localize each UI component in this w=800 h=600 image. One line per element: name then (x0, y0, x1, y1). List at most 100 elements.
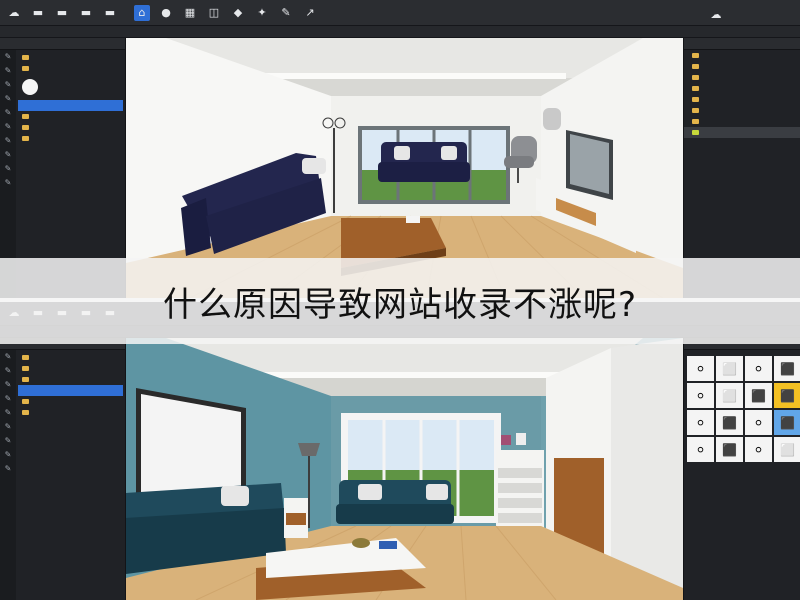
catalog-item[interactable]: ⚪ (687, 383, 714, 408)
tool-icon-1[interactable]: ✎ (0, 350, 16, 364)
tool-icon-9[interactable]: ✎ (0, 462, 16, 476)
avatar-icon (22, 79, 38, 95)
right-panel-header (684, 38, 800, 50)
folder-icon (22, 55, 29, 60)
tree-item[interactable] (18, 374, 123, 385)
menu-icon-2[interactable]: ▬ (54, 5, 70, 21)
tool-icon-10[interactable]: ✎ (0, 176, 16, 190)
tree-item-selected[interactable] (18, 385, 123, 396)
catalog-row[interactable] (684, 94, 800, 105)
tool-icon-2[interactable]: ✎ (0, 364, 16, 378)
pencil-icon[interactable]: ✎ (278, 5, 294, 21)
3d-viewport[interactable] (126, 338, 683, 600)
tool-icon-3[interactable]: ✎ (0, 78, 16, 92)
tree-item[interactable] (18, 407, 123, 418)
tool-icon-3[interactable]: ✎ (0, 378, 16, 392)
folder-icon (22, 410, 29, 415)
folder-icon (22, 399, 29, 404)
toolbar: ⌂ ● ▦ ◫ ◆ ✦ ✎ ↗ (134, 4, 326, 21)
menu-icon-1[interactable]: ▬ (30, 5, 46, 21)
tool-icon-7[interactable]: ✎ (0, 134, 16, 148)
catalog-item[interactable]: ⬛ (716, 437, 743, 462)
banner-title: 什么原因导致网站收录不涨呢? (162, 284, 638, 325)
tool-icon-4[interactable]: ✎ (0, 92, 16, 106)
brand-logo-icon: ☁ (710, 7, 722, 21)
tool-icon-4[interactable]: ✎ (0, 392, 16, 406)
tool-icon-5[interactable]: ✎ (0, 106, 16, 120)
bottom-app-window: ☁ ▬ ▬ ▬ ▬ ✎ ✎ ✎ ✎ ✎ ✎ ✎ ✎ ✎ (0, 300, 800, 600)
tree-item[interactable] (18, 74, 123, 100)
tree-item-selected[interactable] (18, 100, 123, 111)
grid-icon[interactable]: ▦ (182, 5, 198, 21)
catalog-item[interactable]: ⚪ (687, 410, 714, 435)
catalog-item-highlighted[interactable]: ⬛ (774, 383, 800, 408)
tree-item[interactable] (18, 396, 123, 407)
tree-item[interactable] (18, 52, 123, 63)
catalog-row[interactable] (684, 116, 800, 127)
catalog-row[interactable] (684, 83, 800, 94)
title-banner: 什么原因导致网站收录不涨呢? (0, 258, 800, 344)
app-menu-icon[interactable]: ☁ (6, 5, 22, 21)
tool-icon-8[interactable]: ✎ (0, 148, 16, 162)
catalog-item[interactable]: ⬜ (774, 437, 800, 462)
tools-icon[interactable]: ✦ (254, 5, 270, 21)
catalog-row-selected[interactable] (684, 127, 800, 138)
arrow-icon[interactable]: ↗ (302, 5, 318, 21)
tool-icon-2[interactable]: ✎ (0, 64, 16, 78)
tool-icon-6[interactable]: ✎ (0, 120, 16, 134)
tree-item[interactable] (18, 63, 123, 74)
folder-icon (22, 136, 29, 141)
catalog-item[interactable]: ⚪ (745, 410, 772, 435)
folder-icon (692, 130, 699, 135)
menu-icon-4[interactable]: ▬ (102, 5, 118, 21)
sub-toolbar (0, 26, 800, 38)
right-panel: ⚪ ⬜ ⚪ ⬛ ⚪ ⬜ ⬛ ⬛ ⚪ ⬛ ⚪ ⬛ ⚪ ⬛ ⚪ ⬜ (683, 338, 800, 600)
catalog-row[interactable] (684, 61, 800, 72)
view-3d-icon[interactable]: ◆ (230, 5, 246, 21)
catalog-item[interactable]: ⚪ (687, 356, 714, 381)
furniture-catalog: ⚪ ⬜ ⚪ ⬛ ⚪ ⬜ ⬛ ⬛ ⚪ ⬛ ⚪ ⬛ ⚪ ⬛ ⚪ ⬜ (684, 356, 800, 462)
catalog-item[interactable]: ⬛ (716, 410, 743, 435)
catalog-item[interactable]: ⚪ (745, 437, 772, 462)
menu-bar: ☁ ▬ ▬ ▬ ▬ ⌂ ● ▦ ◫ ◆ ✦ ✎ ↗ ☁ (0, 0, 800, 26)
left-icon-strip: ✎ ✎ ✎ ✎ ✎ ✎ ✎ ✎ ✎ (0, 350, 16, 600)
top-app-window: ☁ ▬ ▬ ▬ ▬ ⌂ ● ▦ ◫ ◆ ✦ ✎ ↗ ☁ ✎ ✎ ✎ ✎ ✎ ✎ … (0, 0, 800, 300)
tool-icon-5[interactable]: ✎ (0, 406, 16, 420)
tree-item[interactable] (18, 363, 123, 374)
tool-icon-9[interactable]: ✎ (0, 162, 16, 176)
catalog-item[interactable]: ⚪ (745, 356, 772, 381)
tree-item[interactable] (18, 352, 123, 363)
catalog-item[interactable]: ⬛ (774, 356, 800, 381)
catalog-item-blue[interactable]: ⬛ (774, 410, 800, 435)
folder-icon (692, 97, 699, 102)
tool-icon-8[interactable]: ✎ (0, 448, 16, 462)
catalog-row[interactable] (684, 105, 800, 116)
catalog-item[interactable]: ⬜ (716, 356, 743, 381)
living-room-render (126, 338, 683, 600)
folder-icon (692, 108, 699, 113)
folder-icon (692, 75, 699, 80)
menu-icon-3[interactable]: ▬ (78, 5, 94, 21)
catalog-item[interactable]: ⬛ (745, 383, 772, 408)
folder-icon (22, 125, 29, 130)
tool-icon-7[interactable]: ✎ (0, 434, 16, 448)
layers-icon[interactable]: ◫ (206, 5, 222, 21)
left-panel: ✎ ✎ ✎ ✎ ✎ ✎ ✎ ✎ ✎ (0, 338, 126, 600)
home-plan-icon[interactable]: ⌂ (134, 4, 150, 21)
folder-icon (692, 53, 699, 58)
catalog-row[interactable] (684, 72, 800, 83)
globe-icon[interactable]: ● (158, 5, 174, 21)
catalog-row[interactable] (684, 50, 800, 61)
tree-item[interactable] (18, 133, 123, 144)
tree-item[interactable] (18, 122, 123, 133)
folder-icon (692, 119, 699, 124)
folder-icon (22, 366, 29, 371)
screenshot-collage: ☁ ▬ ▬ ▬ ▬ ⌂ ● ▦ ◫ ◆ ✦ ✎ ↗ ☁ ✎ ✎ ✎ ✎ ✎ ✎ … (0, 0, 800, 600)
catalog-item[interactable]: ⚪ (687, 437, 714, 462)
catalog-item[interactable]: ⬜ (716, 383, 743, 408)
folder-icon (692, 86, 699, 91)
tree-item[interactable] (18, 111, 123, 122)
furniture-catalog-icon[interactable]: ✎ (0, 50, 16, 64)
object-tree (18, 352, 123, 418)
tool-icon-6[interactable]: ✎ (0, 420, 16, 434)
